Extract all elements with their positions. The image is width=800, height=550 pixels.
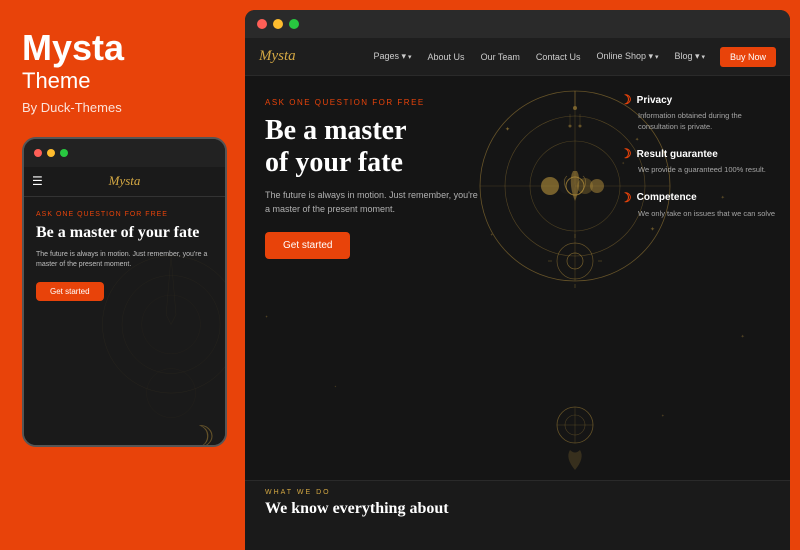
mobile-moon-icon: ☽ xyxy=(188,420,215,447)
what-we-do-section: WHAT WE DO We know everything about xyxy=(245,480,790,550)
hero-cta-button[interactable]: Get started xyxy=(265,232,350,259)
mobile-logo: Mysta xyxy=(109,173,141,189)
feature-guarantee: ☽ Result guarantee We provide a guarante… xyxy=(620,146,780,176)
svg-text:✦: ✦ xyxy=(661,413,665,418)
left-panel: Mysta Theme By Duck-Themes ☰ Mysta ASK O… xyxy=(0,0,245,550)
feature-competence-desc: We only take on issues that we can solve xyxy=(620,209,780,220)
nav-item-contact[interactable]: Contact Us xyxy=(529,48,588,66)
mobile-astral-bg xyxy=(24,197,225,444)
feature-competence: ☽ Competence We only take on issues that… xyxy=(620,190,780,220)
what-heading: We know everything about xyxy=(265,500,770,518)
nav-item-shop[interactable]: Online Shop ▾ xyxy=(589,47,665,66)
feature-privacy-desc: Information obtained during the consulta… xyxy=(620,111,780,132)
brand-title: Mysta xyxy=(22,28,223,68)
desktop-dot-yellow xyxy=(273,19,283,29)
desktop-nav: Mysta Pages ▾ About Us Our Team Contact … xyxy=(245,38,790,76)
nav-item-pages[interactable]: Pages ▾ xyxy=(367,47,419,66)
hero-heading: Be a master of your fate xyxy=(265,115,545,179)
hero-features: ☽ Privacy Information obtained during th… xyxy=(620,92,780,233)
hero-content: ASK ONE QUESTION FOR FREE Be a master of… xyxy=(245,76,565,550)
mobile-top-bar xyxy=(24,139,225,167)
svg-text:✦: ✦ xyxy=(740,334,744,340)
desktop-top-bar xyxy=(245,10,790,38)
desktop-dot-green xyxy=(289,19,299,29)
desktop-dot-red xyxy=(257,19,267,29)
what-label: WHAT WE DO xyxy=(265,489,770,496)
crescent-icon-2: ☽ xyxy=(620,146,632,162)
nav-item-team[interactable]: Our Team xyxy=(474,48,527,66)
mobile-dot-yellow xyxy=(47,149,55,157)
feature-privacy-title: ☽ Privacy xyxy=(620,92,780,108)
nav-item-blog[interactable]: Blog ▾ xyxy=(667,47,712,66)
feature-guarantee-title: ☽ Result guarantee xyxy=(620,146,780,162)
nav-item-about[interactable]: About Us xyxy=(421,48,472,66)
buy-now-button[interactable]: Buy Now xyxy=(720,47,776,67)
hamburger-icon: ☰ xyxy=(32,174,43,189)
desktop-hero: ✦ ✦ ✦ ✦ xyxy=(245,76,790,550)
ask-label: ASK ONE QUESTION FOR FREE xyxy=(265,98,545,107)
mobile-content: ASK ONE QUESTION FOR FREE Be a master of… xyxy=(24,197,225,445)
right-panel: Mysta Pages ▾ About Us Our Team Contact … xyxy=(245,10,790,550)
crescent-icon-1: ☽ xyxy=(620,92,632,108)
feature-guarantee-desc: We provide a guaranteed 100% result. xyxy=(620,165,780,176)
crescent-icon-3: ☽ xyxy=(620,190,632,206)
mobile-dot-red xyxy=(34,149,42,157)
mobile-dot-green xyxy=(60,149,68,157)
hero-desc: The future is always in motion. Just rem… xyxy=(265,189,485,216)
mobile-header: ☰ Mysta xyxy=(24,167,225,197)
brand-by: By Duck-Themes xyxy=(22,100,223,115)
feature-competence-title: ☽ Competence xyxy=(620,190,780,206)
brand-subtitle: Theme xyxy=(22,68,223,94)
mobile-mockup: ☰ Mysta ASK ONE QUESTION FOR FREE Be a m… xyxy=(22,137,227,447)
nav-items: Pages ▾ About Us Our Team Contact Us Onl… xyxy=(367,47,776,67)
feature-privacy: ☽ Privacy Information obtained during th… xyxy=(620,92,780,132)
desktop-nav-logo: Mysta xyxy=(259,48,296,65)
